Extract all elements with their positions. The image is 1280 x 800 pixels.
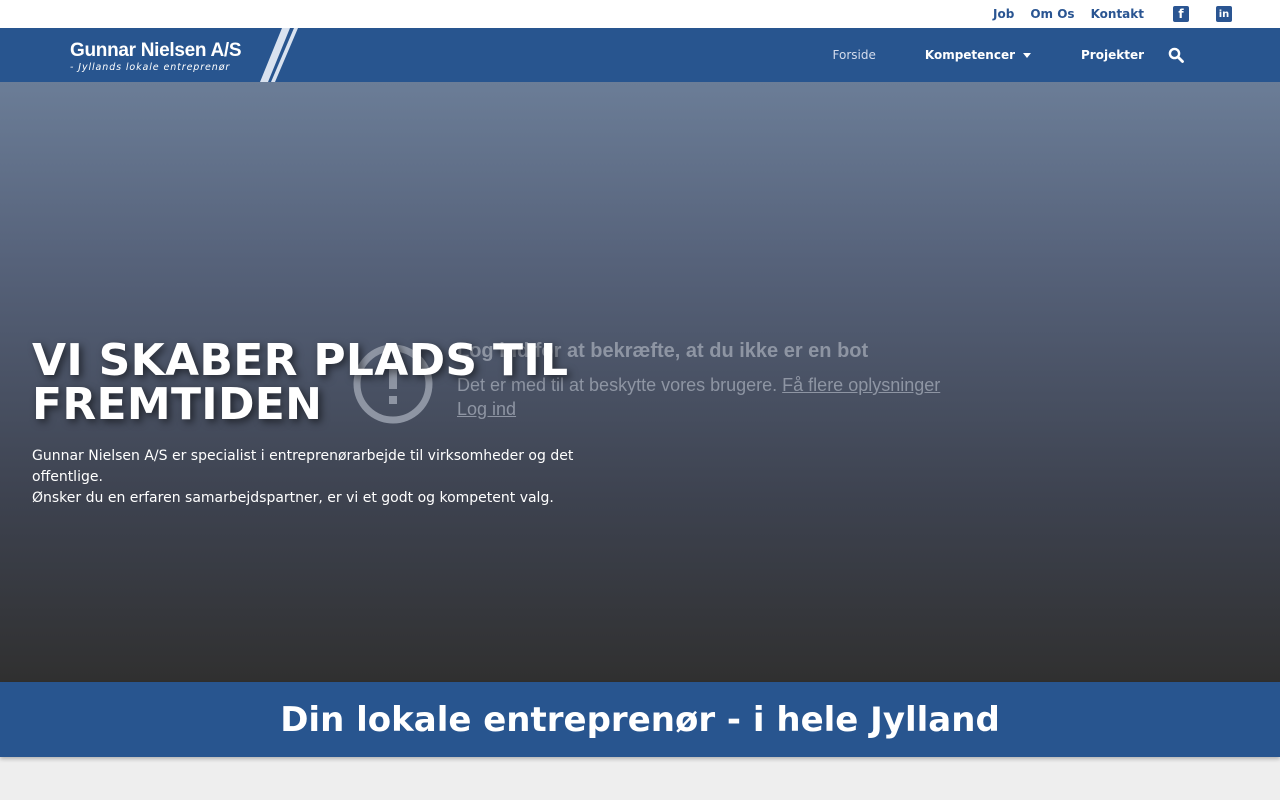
chevron-down-icon [1023, 52, 1032, 58]
main-navbar: Gunnar Nielsen A/S - Jyllands lokale ent… [0, 28, 1280, 82]
linkedin-icon[interactable]: in [1216, 6, 1232, 22]
nav-projekter[interactable]: Projekter [1081, 48, 1144, 62]
top-bar: Job Om Os Kontakt f in [0, 0, 1280, 28]
more-info-link[interactable]: Få flere oplysninger [782, 375, 940, 395]
top-links: Job Om Os Kontakt f in [993, 0, 1280, 28]
top-link-om-os[interactable]: Om Os [1030, 7, 1074, 21]
logo-tagline: - Jyllands lokale entreprenør [70, 62, 231, 73]
top-link-job[interactable]: Job [993, 7, 1014, 21]
nav-forside[interactable]: Forside [833, 48, 876, 62]
site-logo[interactable]: Gunnar Nielsen A/S - Jyllands lokale ent… [70, 28, 310, 82]
primary-nav: Forside Kompetencer Projekter [833, 28, 1280, 82]
facebook-icon[interactable]: f [1173, 6, 1189, 22]
hero-text: Gunnar Nielsen A/S er specialist i entre… [32, 446, 632, 509]
hero-text-line-2: Ønsker du en erfaren samarbejdspartner, … [32, 490, 554, 506]
nav-kompetencer-label: Kompetencer [924, 48, 1016, 62]
hero-title: VI SKABER PLADS TIL FREMTIDEN [32, 335, 569, 430]
top-link-kontakt[interactable]: Kontakt [1091, 7, 1144, 21]
banner-text: Din lokale entreprenør - i hele Jylland [280, 699, 1000, 740]
hero-text-line-1: Gunnar Nielsen A/S er specialist i entre… [32, 448, 574, 485]
tagline-banner: Din lokale entreprenør - i hele Jylland [0, 682, 1280, 757]
search-icon[interactable] [1168, 47, 1184, 63]
social-links: f in [1173, 6, 1232, 22]
logo-stripes-icon [260, 28, 298, 82]
logo-name: Gunnar Nielsen A/S [70, 40, 242, 61]
nav-kompetencer[interactable]: Kompetencer [924, 48, 1032, 62]
hero-section: Log ind for at bekræfte, at du ikke er e… [0, 82, 1280, 682]
